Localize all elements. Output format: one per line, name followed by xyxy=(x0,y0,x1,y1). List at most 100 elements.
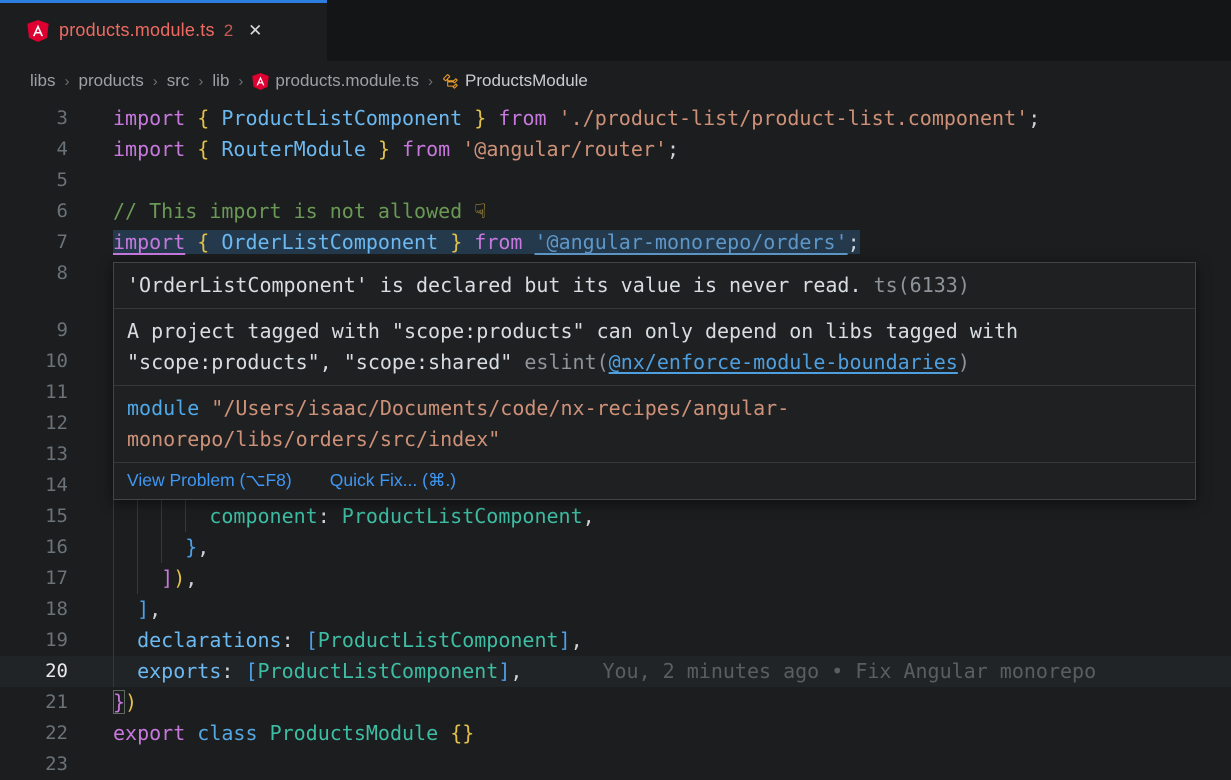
line-number[interactable]: 6 xyxy=(0,196,68,227)
breadcrumb-item-src[interactable]: src xyxy=(167,71,190,91)
line-number[interactable]: 21 xyxy=(0,687,68,718)
code-token: , xyxy=(510,659,522,683)
breadcrumb-label: products xyxy=(79,71,144,91)
code-line-7[interactable]: 7import { OrderListComponent } from '@an… xyxy=(0,227,1231,258)
line-number[interactable]: 20 xyxy=(0,656,68,687)
code-line-20[interactable]: 20 exports: [ProductListComponent],You, … xyxy=(0,656,1231,687)
line-number[interactable]: 12 xyxy=(0,408,68,439)
module-path-section: module "/Users/isaac/Documents/code/nx-r… xyxy=(114,385,1195,462)
code-token xyxy=(113,628,137,652)
code-token: } xyxy=(378,137,390,161)
line-number[interactable]: 10 xyxy=(0,346,68,377)
code-line-3[interactable]: 3import { ProductListComponent } from '.… xyxy=(0,103,1231,134)
indent-guide xyxy=(113,656,114,687)
breadcrumb-label: src xyxy=(167,71,190,91)
code-token: , xyxy=(197,535,209,559)
active-tab-indicator xyxy=(0,0,327,3)
tab-problems-badge: 2 xyxy=(224,21,233,41)
breadcrumb-item-lib[interactable]: lib xyxy=(212,71,229,91)
code-token xyxy=(185,106,197,130)
indent-guide xyxy=(185,501,186,532)
code-token: ProductListComponent xyxy=(342,504,583,528)
tab-close-icon[interactable]: ✕ xyxy=(248,21,262,41)
view-problem-button[interactable]: View Problem (⌥F8) xyxy=(127,468,292,492)
line-number[interactable]: 23 xyxy=(0,749,68,780)
code-token: ; xyxy=(848,230,860,254)
line-content: import { OrderListComponent } from '@ang… xyxy=(68,227,1231,258)
breadcrumb-item-products-module-ts[interactable]: products.module.ts xyxy=(252,71,419,91)
code-token: ☟ xyxy=(474,199,486,223)
line-number[interactable]: 4 xyxy=(0,134,68,165)
breadcrumb-item-productsmodule[interactable]: ProductsModule xyxy=(442,71,588,91)
line-number[interactable]: 11 xyxy=(0,377,68,408)
code-token: class xyxy=(197,721,257,745)
code-token: from xyxy=(402,137,450,161)
code-line-19[interactable]: 19 declarations: [ProductListComponent], xyxy=(0,625,1231,656)
hover-actions: View Problem (⌥F8) Quick Fix... (⌘.) xyxy=(114,462,1195,499)
code-token: import xyxy=(113,106,185,130)
code-line-5[interactable]: 5 xyxy=(0,165,1231,196)
line-content xyxy=(68,749,1231,780)
line-number[interactable]: 19 xyxy=(0,625,68,656)
line-number[interactable]: 17 xyxy=(0,563,68,594)
code-token: {} xyxy=(450,721,474,745)
code-token: ; xyxy=(667,137,679,161)
line-number[interactable]: 3 xyxy=(0,103,68,134)
class-icon xyxy=(442,73,459,90)
indent-guide xyxy=(113,625,114,656)
code-line-22[interactable]: 22export class ProductsModule {} xyxy=(0,718,1231,749)
code-token: OrderListComponent xyxy=(221,230,438,254)
code-line-16[interactable]: 16 }, xyxy=(0,532,1231,563)
line-number[interactable]: 13 xyxy=(0,439,68,470)
breadcrumb-item-products[interactable]: products xyxy=(79,71,144,91)
line-number[interactable]: 7 xyxy=(0,227,68,258)
code-line-4[interactable]: 4import { RouterModule } from '@angular/… xyxy=(0,134,1231,165)
breadcrumb-item-libs[interactable]: libs xyxy=(30,71,56,91)
breadcrumb-separator: › xyxy=(428,73,433,90)
code-token xyxy=(462,106,474,130)
eslint-rule-link[interactable]: @nx/enforce-module-boundaries xyxy=(609,350,958,374)
code-token xyxy=(233,659,245,683)
eslint-message-line2: "scope:products", "scope:shared" xyxy=(127,350,524,374)
module-path-line1: "/Users/isaac/Documents/code/nx-recipes/… xyxy=(199,396,789,420)
code-token: : xyxy=(221,659,233,683)
tab-products-module[interactable]: products.module.ts 2 ✕ xyxy=(0,0,327,61)
code-line-17[interactable]: 17 ]), xyxy=(0,563,1231,594)
code-line-23[interactable]: 23 xyxy=(0,749,1231,780)
code-token: import xyxy=(113,230,185,254)
code-token: exports xyxy=(137,659,221,683)
code-token: ProductsModule xyxy=(270,721,439,745)
code-token: : xyxy=(282,628,294,652)
code-token xyxy=(113,535,185,559)
indent-guide xyxy=(161,532,162,563)
code-line-18[interactable]: 18 ], xyxy=(0,594,1231,625)
line-number[interactable]: 5 xyxy=(0,165,68,196)
line-number[interactable]: 18 xyxy=(0,594,68,625)
code-token: from xyxy=(474,230,522,254)
breadcrumb: libs›products›src›lib› products.module.t… xyxy=(0,61,1231,101)
line-number[interactable]: 15 xyxy=(0,501,68,532)
code-token: ] xyxy=(559,628,571,652)
line-number[interactable]: 9 xyxy=(0,315,68,346)
code-token: { xyxy=(197,106,209,130)
code-line-21[interactable]: 21}) xyxy=(0,687,1231,718)
vscode-window: products.module.ts 2 ✕ libs › products › src… xyxy=(0,0,1231,780)
line-number[interactable]: 14 xyxy=(0,470,68,501)
code-token: [ xyxy=(306,628,318,652)
line-content: declarations: [ProductListComponent], xyxy=(68,625,1231,656)
line-number[interactable]: 16 xyxy=(0,532,68,563)
code-token xyxy=(547,106,559,130)
import-path-link[interactable]: '@angular-monorepo/orders' xyxy=(535,230,848,254)
module-path-line2: monorepo/libs/orders/src/index" xyxy=(127,427,500,451)
code-token xyxy=(113,659,137,683)
breadcrumb-separator: › xyxy=(65,73,70,90)
line-number[interactable]: 22 xyxy=(0,718,68,749)
eslint-message-section: A project tagged with "scope:products" c… xyxy=(114,308,1195,385)
code-line-6[interactable]: 6// This import is not allowed ☟ xyxy=(0,196,1231,227)
line-number[interactable]: 8 xyxy=(0,258,68,289)
code-token xyxy=(209,137,221,161)
code-token xyxy=(113,597,137,621)
quick-fix-button[interactable]: Quick Fix... (⌘.) xyxy=(330,468,456,492)
code-line-15[interactable]: 15 component: ProductListComponent, xyxy=(0,501,1231,532)
module-keyword: module xyxy=(127,396,199,420)
